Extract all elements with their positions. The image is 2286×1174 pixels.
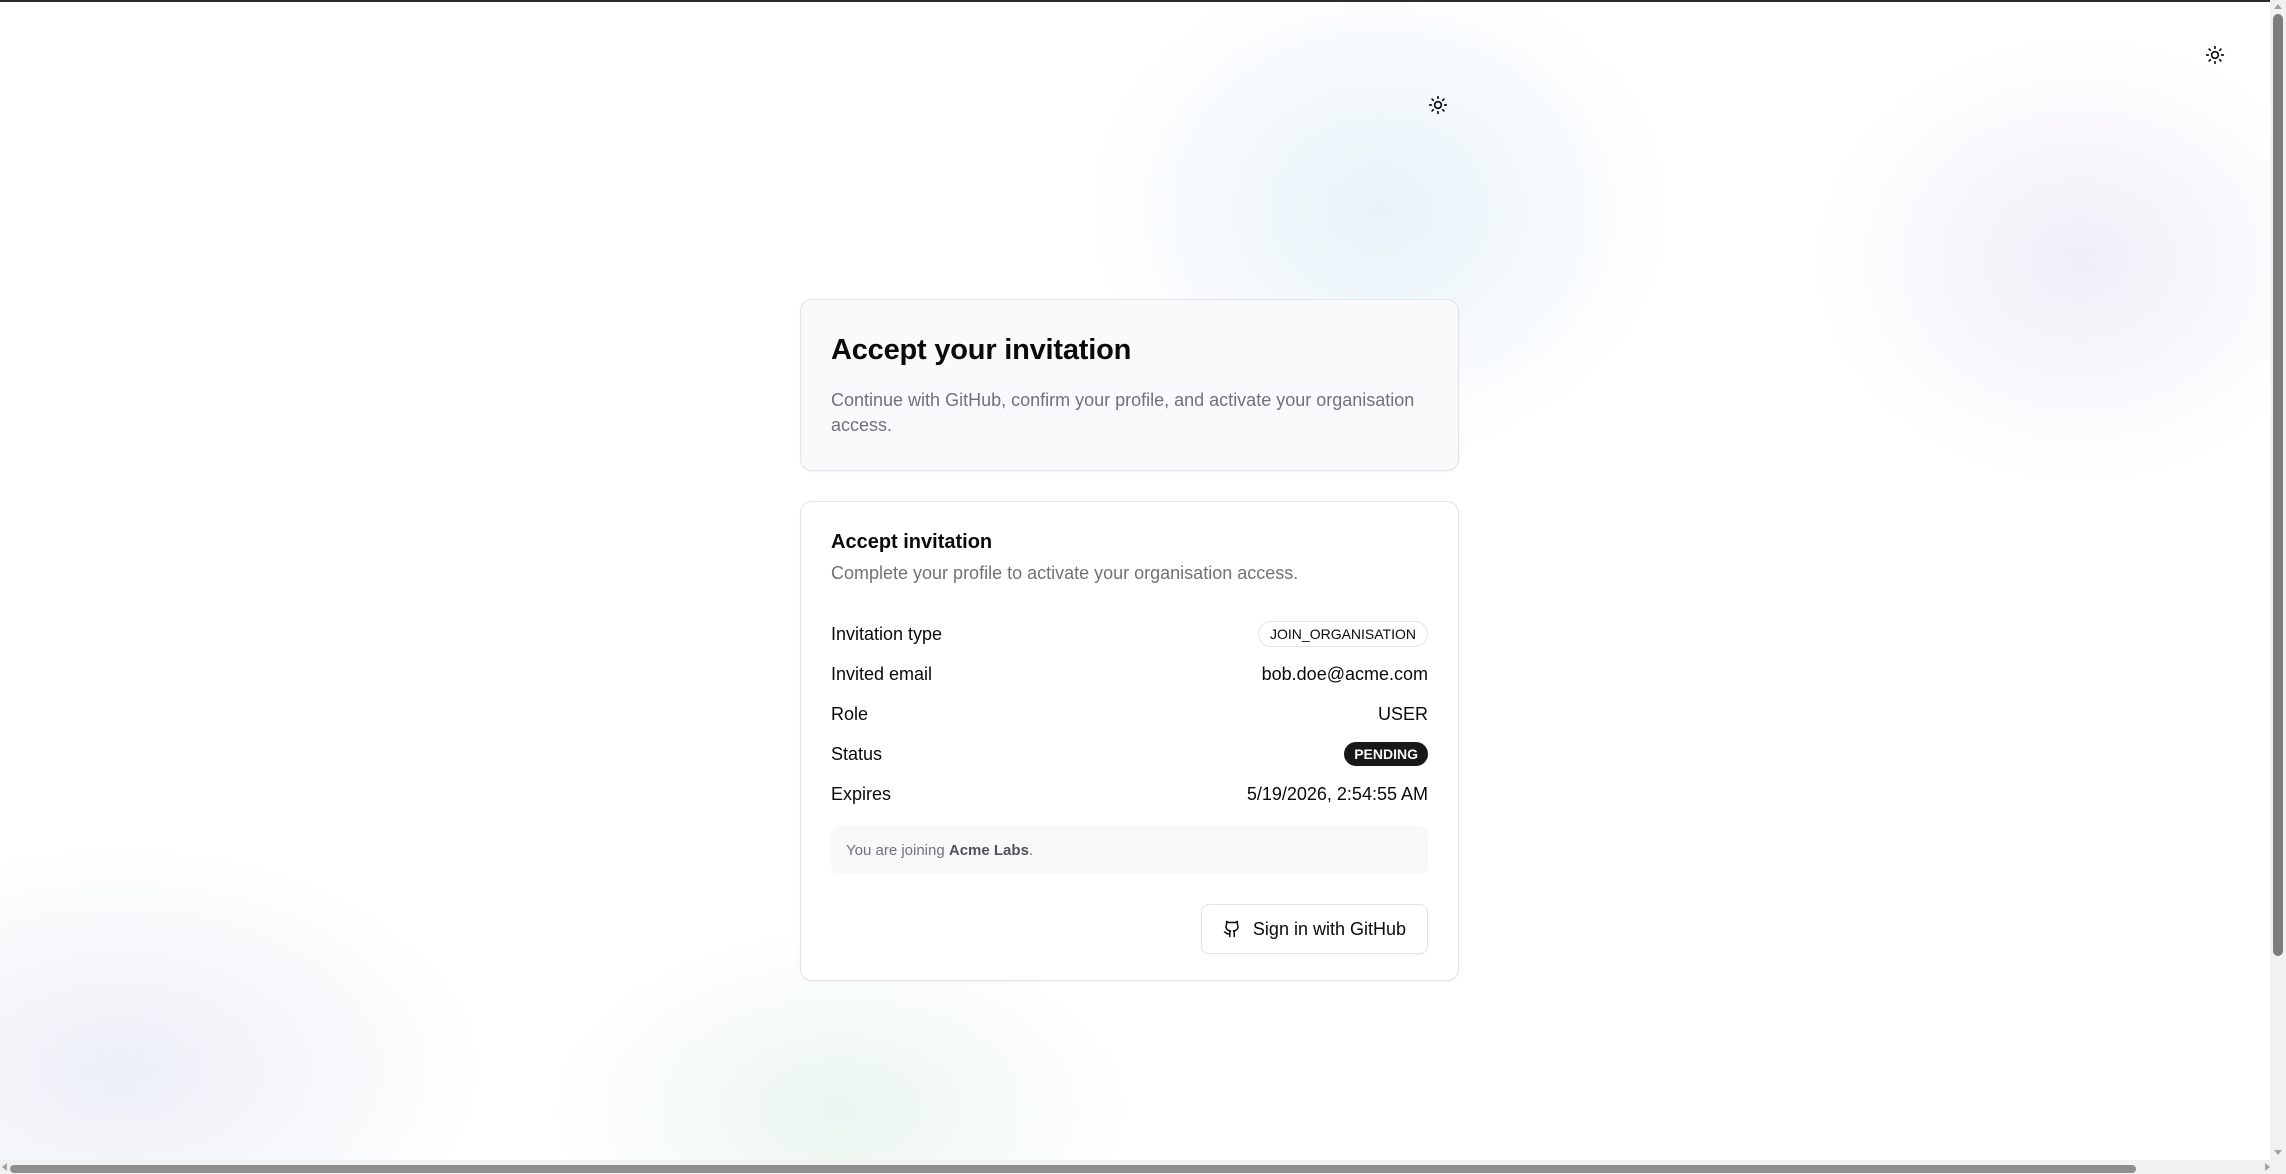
invitation-title: Accept invitation xyxy=(831,531,993,553)
detail-label: Expires xyxy=(831,783,892,804)
invitation-type-badge: JOIN_ORGANISATION xyxy=(1258,621,1428,648)
status-badge: PENDING xyxy=(1344,742,1428,767)
detail-label: Invited email xyxy=(831,663,933,684)
role-value: USER xyxy=(1377,703,1428,724)
horizontal-scrollbar-thumb[interactable] xyxy=(10,1165,2136,1173)
sign-in-github-button[interactable]: Sign in with GitHub xyxy=(1200,904,1428,955)
scroll-down-arrow-icon[interactable] xyxy=(2274,1150,2282,1155)
detail-row-invitation-type: Invitation type JOIN_ORGANISATION xyxy=(831,614,1428,654)
invitation-card: Accept invitation Complete your profile … xyxy=(800,501,1459,981)
sun-icon xyxy=(2205,45,2225,65)
vertical-scrollbar-thumb[interactable] xyxy=(2273,14,2283,956)
invitation-details: Invitation type JOIN_ORGANISATION Invite… xyxy=(831,614,1428,814)
scroll-left-arrow-icon[interactable] xyxy=(2,1163,7,1171)
detail-row-expires: Expires 5/19/2026, 2:54:55 AM xyxy=(831,774,1428,814)
theme-toggle-button-secondary[interactable] xyxy=(1424,91,1452,119)
joining-note-suffix: . xyxy=(1028,841,1034,859)
sign-in-github-label: Sign in with GitHub xyxy=(1252,918,1406,939)
hero-card: Accept your invitation Continue with Git… xyxy=(800,299,1459,471)
detail-label: Status xyxy=(831,743,883,764)
sun-icon xyxy=(1428,95,1448,115)
expires-value: 5/19/2026, 2:54:55 AM xyxy=(1246,783,1428,804)
organisation-name: Acme Labs xyxy=(948,841,1029,859)
joining-note: You are joining Acme Labs. xyxy=(831,826,1428,875)
detail-row-status: Status PENDING xyxy=(831,734,1428,774)
detail-row-invited-email: Invited email bob.doe@acme.com xyxy=(831,654,1428,694)
detail-label: Role xyxy=(831,703,869,724)
window-top-border xyxy=(0,0,2286,2)
theme-toggle-button[interactable] xyxy=(2201,41,2229,69)
invited-email-value: bob.doe@acme.com xyxy=(1261,663,1428,684)
joining-note-prefix: You are joining xyxy=(846,841,949,859)
scroll-right-arrow-icon[interactable] xyxy=(2265,1163,2270,1171)
detail-row-role: Role USER xyxy=(831,694,1428,734)
scroll-up-arrow-icon[interactable] xyxy=(2274,4,2282,9)
github-icon xyxy=(1223,920,1239,938)
page-description: Continue with GitHub, confirm your profi… xyxy=(831,389,1415,435)
card-actions: Sign in with GitHub xyxy=(831,904,1428,955)
detail-label: Invitation type xyxy=(831,623,943,644)
page-title: Accept your invitation xyxy=(831,334,1132,366)
invitation-description: Complete your profile to activate your o… xyxy=(831,563,1299,583)
